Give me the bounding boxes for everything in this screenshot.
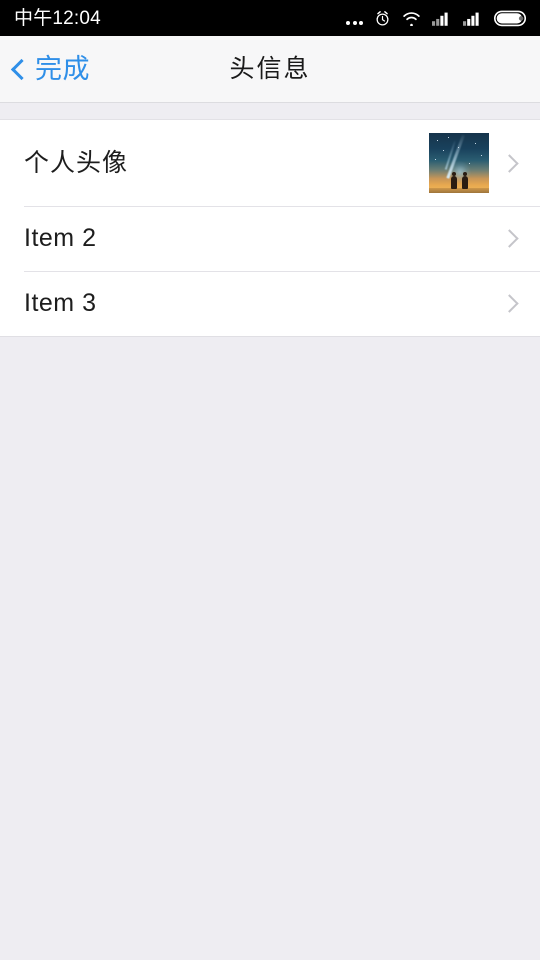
back-done-button[interactable]: 完成 (10, 36, 98, 102)
avatar-thumbnail[interactable] (429, 133, 489, 193)
alarm-clock-icon (374, 10, 391, 27)
status-bar-icons (346, 9, 528, 28)
chevron-right-icon (500, 294, 519, 313)
wifi-icon (402, 11, 421, 26)
phone-screen: 中午12:04 完成 头信息 个人头像 Item 2 Item 3 (0, 0, 540, 960)
status-bar-clock: 中午12:04 (14, 7, 101, 29)
settings-list: 个人头像 Item 2 Item 3 (0, 120, 540, 337)
battery-icon (494, 10, 528, 27)
list-item-label: Item 3 (24, 289, 97, 317)
back-done-label: 完成 (35, 53, 90, 84)
chevron-right-icon (500, 229, 519, 248)
list-item-label: 个人头像 (24, 148, 129, 177)
section-gap (0, 103, 540, 120)
list-item-item-3[interactable]: Item 3 (0, 271, 540, 336)
signal-sim2-icon (463, 11, 483, 26)
list-item-avatar[interactable]: 个人头像 (0, 120, 540, 206)
more-dots-icon (346, 9, 363, 28)
list-item-item-2[interactable]: Item 2 (0, 206, 540, 271)
status-bar: 中午12:04 (0, 0, 540, 36)
chevron-right-icon (500, 153, 519, 173)
signal-sim1-icon (432, 11, 452, 26)
empty-content-area (0, 337, 540, 960)
thumbnail-ground (429, 188, 489, 193)
thumbnail-figure-left (451, 172, 457, 189)
thumbnail-figure-right (462, 172, 468, 189)
navigation-bar: 完成 头信息 (0, 36, 540, 103)
list-item-label: Item 2 (24, 224, 97, 252)
chevron-left-icon (10, 58, 33, 80)
